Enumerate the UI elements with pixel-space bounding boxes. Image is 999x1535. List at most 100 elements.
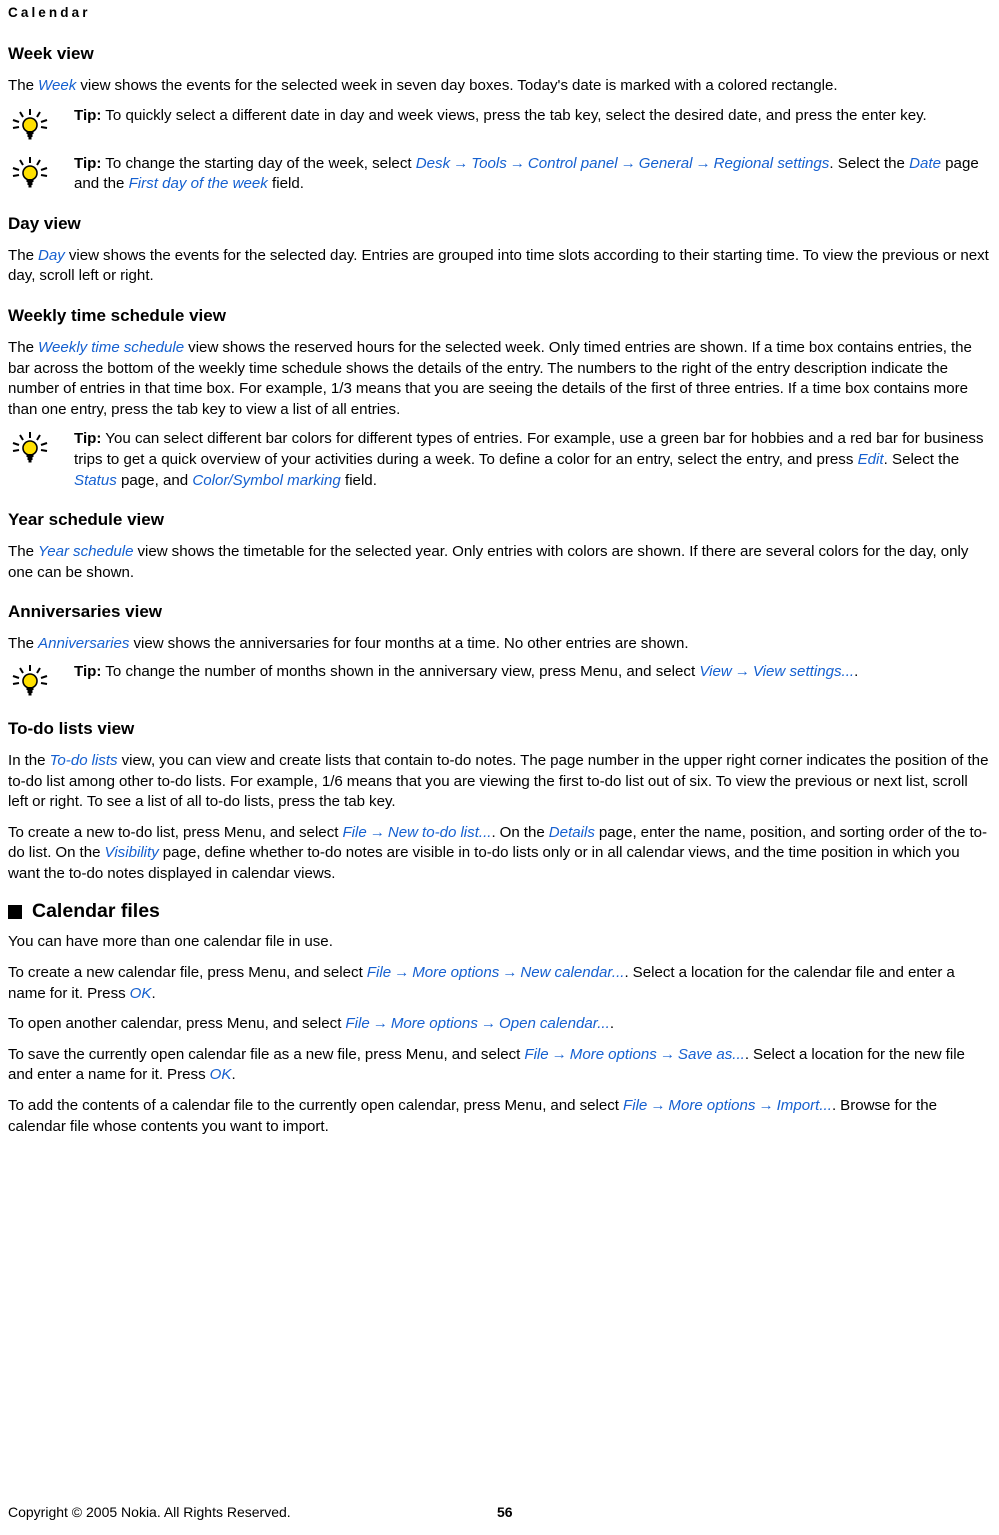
- paragraph-calendar-files-4: To save the currently open calendar file…: [8, 1045, 991, 1086]
- tip-bulb-icon: [8, 662, 74, 702]
- text-fragment: view shows the timetable for the selecte…: [8, 543, 969, 581]
- tip-label: Tip:: [74, 106, 102, 124]
- ui-reference-weekly-time-schedule: Weekly time schedule: [38, 338, 185, 356]
- text-fragment: To change the starting day of the week, …: [101, 154, 416, 172]
- text-fragment: .: [854, 662, 859, 680]
- tip-text: Tip: You can select different bar colors…: [74, 429, 991, 491]
- text-fragment: view shows the anniversaries for four mo…: [129, 635, 689, 653]
- text-fragment: To save the currently open calendar file…: [8, 1045, 525, 1063]
- arrow-icon: →: [650, 1097, 666, 1115]
- heading-text: Calendar files: [32, 900, 160, 923]
- text-fragment: field.: [267, 175, 304, 193]
- ui-reference-week: Week: [38, 77, 77, 94]
- heading-year-schedule-view: Year schedule view: [8, 510, 164, 530]
- text-fragment: The: [8, 543, 39, 561]
- tip-label: Tip:: [74, 430, 102, 448]
- page-number: 56: [497, 1504, 513, 1520]
- text-fragment: field.: [340, 471, 377, 489]
- text-fragment: view shows the events for the selected d…: [8, 246, 989, 285]
- heading-weekly-time-schedule-view: Weekly time schedule view: [8, 305, 226, 325]
- arrow-icon: →: [734, 662, 750, 680]
- text-fragment: The: [8, 77, 39, 94]
- ui-reference-day: Day: [38, 246, 65, 264]
- arrow-icon: →: [695, 154, 711, 172]
- text-fragment: page, and: [116, 471, 193, 489]
- arrow-icon: →: [369, 823, 385, 841]
- heading-day-view: Day view: [8, 213, 81, 233]
- tip-label: Tip:: [74, 662, 102, 680]
- text-fragment: To open another calendar, press Menu, an…: [8, 1015, 346, 1033]
- heading-week-view: Week view: [8, 44, 94, 63]
- square-bullet-icon: [8, 904, 22, 919]
- ui-reference-details: Details: [548, 823, 595, 841]
- ui-reference-desk: Desk: [415, 154, 451, 172]
- ui-reference-more-options: More options: [390, 1015, 478, 1033]
- ui-reference-import: Import...: [776, 1097, 832, 1115]
- heading-todo-lists-view: To-do lists view: [8, 718, 135, 738]
- running-head: Calendar: [8, 5, 91, 20]
- paragraph-todo-lists-view-2: To create a new to-do list, press Menu, …: [8, 823, 991, 885]
- text-fragment: .: [231, 1066, 236, 1084]
- ui-reference-file: File: [623, 1097, 648, 1115]
- ui-reference-edit: Edit: [857, 450, 884, 468]
- text-fragment: . Select the: [829, 154, 910, 172]
- paragraph-calendar-files-5: To add the contents of a calendar file t…: [8, 1096, 991, 1137]
- tip-text: Tip: To change the number of months show…: [74, 662, 991, 683]
- tip-block-week-select-date: Tip: To quickly select a different date …: [8, 106, 991, 146]
- text-fragment: .: [151, 984, 156, 1002]
- ui-reference-view: View: [699, 662, 732, 680]
- paragraph-todo-lists-view-1: In the To-do lists view, you can view an…: [8, 751, 991, 813]
- arrow-icon: →: [480, 1015, 496, 1033]
- paragraph-calendar-files-3: To open another calendar, press Menu, an…: [8, 1014, 991, 1035]
- ui-reference-todo-lists: To-do lists: [49, 751, 118, 769]
- tip-block-anniversary-months: Tip: To change the number of months show…: [8, 662, 991, 702]
- ui-reference-file: File: [342, 823, 367, 841]
- ui-reference-anniversaries: Anniversaries: [38, 635, 130, 653]
- document-page: Calendar Week view The Week view shows t…: [0, 0, 999, 1535]
- ui-reference-date: Date: [909, 154, 941, 172]
- ui-reference-control-panel: Control panel: [527, 154, 618, 172]
- text-fragment: . On the: [491, 823, 549, 841]
- tip-block-week-start-day: Tip: To change the starting day of the w…: [8, 154, 991, 195]
- ui-reference-file: File: [345, 1015, 370, 1033]
- tip-text: Tip: To quickly select a different date …: [74, 106, 991, 127]
- text-fragment: To create a new to-do list, press Menu, …: [8, 823, 343, 841]
- text-fragment: The: [8, 338, 39, 356]
- tip-label: Tip:: [74, 154, 102, 172]
- tip-bulb-icon: [8, 106, 74, 146]
- text-fragment: .: [609, 1015, 615, 1033]
- ui-reference-color-symbol-marking: Color/Symbol marking: [192, 471, 341, 489]
- page-footer: Copyright © 2005 Nokia. All Rights Reser…: [8, 1503, 991, 1521]
- arrow-icon: →: [394, 964, 410, 982]
- heading-calendar-files: Calendar files: [8, 900, 991, 923]
- ui-reference-new-todo-list: New to-do list...: [387, 823, 492, 841]
- arrow-icon: →: [659, 1045, 675, 1063]
- paragraph-year-schedule-view: The Year schedule view shows the timetab…: [8, 542, 991, 583]
- ui-reference-file: File: [524, 1045, 549, 1063]
- ui-reference-open-calendar: Open calendar...: [498, 1015, 610, 1033]
- ui-reference-more-options: More options: [569, 1045, 657, 1063]
- text-fragment: . Select the: [883, 450, 960, 468]
- ui-reference-more-options: More options: [412, 964, 500, 982]
- ui-reference-status: Status: [74, 471, 117, 489]
- text-fragment: view shows the events for the selected w…: [76, 77, 838, 94]
- paragraph-calendar-files-2: To create a new calendar file, press Men…: [8, 963, 991, 1004]
- tip-text: Tip: To change the starting day of the w…: [74, 154, 991, 195]
- heading-anniversaries-view: Anniversaries view: [8, 602, 163, 622]
- ui-reference-visibility: Visibility: [104, 844, 159, 862]
- tip-block-bar-colors: Tip: You can select different bar colors…: [8, 429, 991, 491]
- text-fragment: view, you can view and create lists that…: [8, 751, 989, 811]
- page-content: Calendar Week view The Week view shows t…: [8, 0, 991, 1137]
- ui-reference-view-settings: View settings...: [752, 662, 855, 680]
- tip-bulb-icon: [8, 154, 74, 194]
- ui-reference-first-day-of-week: First day of the week: [128, 175, 268, 193]
- tip-bulb-icon: [8, 429, 74, 469]
- text-fragment: You can select different bar colors for …: [74, 430, 984, 468]
- text-fragment: To change the number of months shown in …: [101, 662, 700, 680]
- text-fragment: The: [8, 246, 39, 264]
- paragraph-day-view: The Day view shows the events for the se…: [8, 246, 991, 287]
- ui-reference-tools: Tools: [471, 154, 507, 172]
- text-fragment: In the: [8, 751, 50, 769]
- arrow-icon: →: [502, 964, 518, 982]
- paragraph-week-view: The Week view shows the events for the s…: [8, 76, 991, 97]
